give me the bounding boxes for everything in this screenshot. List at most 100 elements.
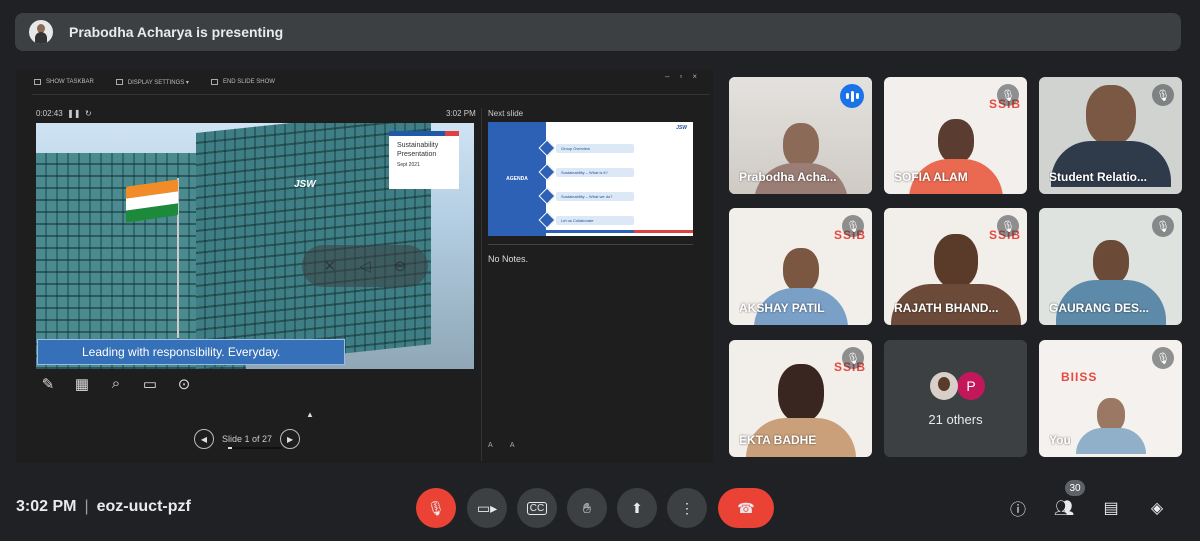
participant-tile[interactable]: SSIB 🎙︎ RAJATH BHAND... xyxy=(884,208,1027,325)
next-slide-preview[interactable]: AGENDA JSW Group Overview Sustainability… xyxy=(488,122,693,236)
mouse-cursor-icon: ▲ xyxy=(306,410,314,419)
font-size-controls[interactable]: A A xyxy=(488,442,523,449)
camera-toggle-button[interactable]: ▭▸ xyxy=(467,488,507,528)
next-slide-label: Next slide xyxy=(488,109,524,118)
hand-icon: ✋︎ xyxy=(583,499,591,516)
people-count-badge: 30 xyxy=(1065,480,1085,496)
activities-icon: ◈ xyxy=(1150,500,1164,517)
mic-off-icon: 🎙︎ xyxy=(1152,84,1174,106)
agenda-heading: AGENDA xyxy=(488,122,546,236)
pen-icon[interactable]: ✎ xyxy=(38,375,58,393)
pin-off-icon[interactable]: ✕ xyxy=(324,257,337,275)
call-controls-bar: 3:02 PM | eoz-uuct-pzf 🎙︎ ▭▸ CC ✋︎ ⬆ ⋮ ☎ ⓘ… xyxy=(0,470,1200,541)
end-slide-show-button[interactable]: END SLIDE SHOW xyxy=(210,79,275,85)
mic-off-icon: 🎙︎ xyxy=(842,347,864,369)
participant-name: SOFIA ALAM xyxy=(894,170,968,184)
people-button[interactable]: 👥︎ xyxy=(1052,496,1076,520)
pause-icon[interactable]: ❚❚ xyxy=(67,109,80,118)
mic-off-icon: 🎙︎ xyxy=(1152,347,1174,369)
chat-button[interactable]: ▤ xyxy=(1099,496,1123,520)
captions-button[interactable]: CC xyxy=(517,488,557,528)
zoom-icon[interactable]: ⌕ xyxy=(106,375,126,393)
next-slide-footer-bar xyxy=(546,230,693,233)
presenter-banner-text: Prabodha Acharya is presenting xyxy=(69,24,284,40)
mic-off-icon: 🎙︎ xyxy=(997,215,1019,237)
more-options-button[interactable]: ⋮ xyxy=(667,488,707,528)
close-icon[interactable]: × xyxy=(692,72,707,81)
presenter-toolbar: SHOW TASKBAR DISPLAY SETTINGS ▾ END SLID… xyxy=(16,70,713,94)
more-vert-icon: ⋮ xyxy=(680,499,694,516)
microphone-toggle-button[interactable]: 🎙︎ xyxy=(416,488,456,528)
person-head xyxy=(782,248,819,292)
people-icon: 👥︎ xyxy=(1053,500,1075,517)
presenter-clock: 3:02 PM xyxy=(446,109,476,118)
person-head xyxy=(933,234,978,288)
restore-icon[interactable]: ▫ xyxy=(679,72,692,81)
presentation-overlay-controls: ✕ ◁ ⊖ xyxy=(302,245,428,287)
restart-icon[interactable]: ↻ xyxy=(85,109,92,118)
activities-button[interactable]: ◈ xyxy=(1145,496,1169,520)
next-slide-button[interactable]: ▶ xyxy=(280,429,301,449)
pointer-options-icon[interactable]: ▭ xyxy=(140,375,160,393)
notes-divider xyxy=(488,244,693,245)
mute-icon[interactable]: ◁ xyxy=(359,257,371,275)
participant-tile[interactable]: Prabodha Acha... xyxy=(729,77,872,194)
participant-tile[interactable]: 🎙︎ GAURANG DES... xyxy=(1039,208,1182,325)
participant-tile[interactable]: SSIB 🎙︎ AKSHAY PATIL xyxy=(729,208,872,325)
slide-tagline: Leading with responsibility. Everyday. xyxy=(37,339,345,365)
building-logo: JSW xyxy=(294,179,316,190)
person-head xyxy=(937,119,974,163)
slide-title-line1: Sustainability xyxy=(397,142,439,149)
next-slide-logo: JSW xyxy=(676,125,687,131)
speaker-notes: No Notes. xyxy=(488,254,529,264)
participant-video xyxy=(1075,398,1146,454)
others-tile[interactable]: P 21 others xyxy=(884,340,1027,457)
mic-off-icon: 🎙︎ xyxy=(842,215,864,237)
current-slide: JSW Sustainability Presentation Sept 202… xyxy=(36,123,474,369)
previous-slide-button[interactable]: ◀ xyxy=(194,429,214,449)
background-logo: BIISS xyxy=(1061,370,1098,384)
slide-timer: 0:02:43 ❚❚ ↻ xyxy=(36,109,92,118)
mic-off-icon: 🎙︎ xyxy=(997,84,1019,106)
mic-off-icon: 🎙︎ xyxy=(427,499,445,516)
others-count: 21 others xyxy=(928,412,983,427)
participant-tile[interactable]: SSIB 🎙︎ EKTA BADHE xyxy=(729,340,872,457)
leave-call-button[interactable]: ☎ xyxy=(718,488,774,528)
slide-progress xyxy=(228,447,282,449)
slide-title-box: Sustainability Presentation Sept 2021 xyxy=(389,131,459,189)
person-head xyxy=(1096,398,1125,432)
agenda-item: Let us Collaborate xyxy=(556,216,634,225)
person-body xyxy=(1075,428,1146,454)
speaking-indicator-icon xyxy=(840,84,864,108)
meeting-code[interactable]: eoz-uuct-pzf xyxy=(97,498,191,515)
slide-counter: Slide 1 of 27 xyxy=(222,434,273,444)
meeting-info-button[interactable]: ⓘ xyxy=(1006,496,1030,520)
see-all-slides-icon[interactable]: ▦ xyxy=(72,375,92,393)
participant-name: GAURANG DES... xyxy=(1049,301,1150,315)
person-head xyxy=(1092,240,1129,284)
person-head xyxy=(777,364,824,422)
meeting-details: 3:02 PM | eoz-uuct-pzf xyxy=(16,498,191,516)
display-settings-button[interactable]: DISPLAY SETTINGS ▾ xyxy=(115,79,189,86)
meeting-time: 3:02 PM xyxy=(16,498,77,515)
present-now-button[interactable]: ⬆ xyxy=(617,488,657,528)
show-taskbar-button[interactable]: SHOW TASKBAR xyxy=(34,79,94,85)
others-avatars: P xyxy=(930,372,985,400)
minimize-overlay-icon[interactable]: ⊖ xyxy=(394,257,407,275)
divider xyxy=(32,94,710,95)
person-head xyxy=(1085,85,1136,145)
agenda-item: Sustainability – What is it? xyxy=(556,168,634,177)
captions-icon: CC xyxy=(526,501,548,515)
self-tile[interactable]: BIISS 🎙︎ You xyxy=(1039,340,1182,457)
minimize-icon[interactable]: – xyxy=(665,72,679,81)
slide-tools: ✎ ▦ ⌕ ▭ ⊙ xyxy=(38,375,194,393)
participant-tile[interactable]: 🎙︎ Student Relatio... xyxy=(1039,77,1182,194)
participant-tile[interactable]: SSIB 🎙︎ SOFIA ALAM xyxy=(884,77,1027,194)
raise-hand-button[interactable]: ✋︎ xyxy=(567,488,607,528)
more-options-icon[interactable]: ⊙ xyxy=(174,375,194,393)
chat-icon: ▤ xyxy=(1103,500,1119,517)
title-box-bar xyxy=(389,131,459,136)
presenter-avatar xyxy=(29,20,53,44)
slide-navigator: ◀ Slide 1 of 27 ▶ xyxy=(194,429,301,449)
separator: | xyxy=(84,498,89,515)
